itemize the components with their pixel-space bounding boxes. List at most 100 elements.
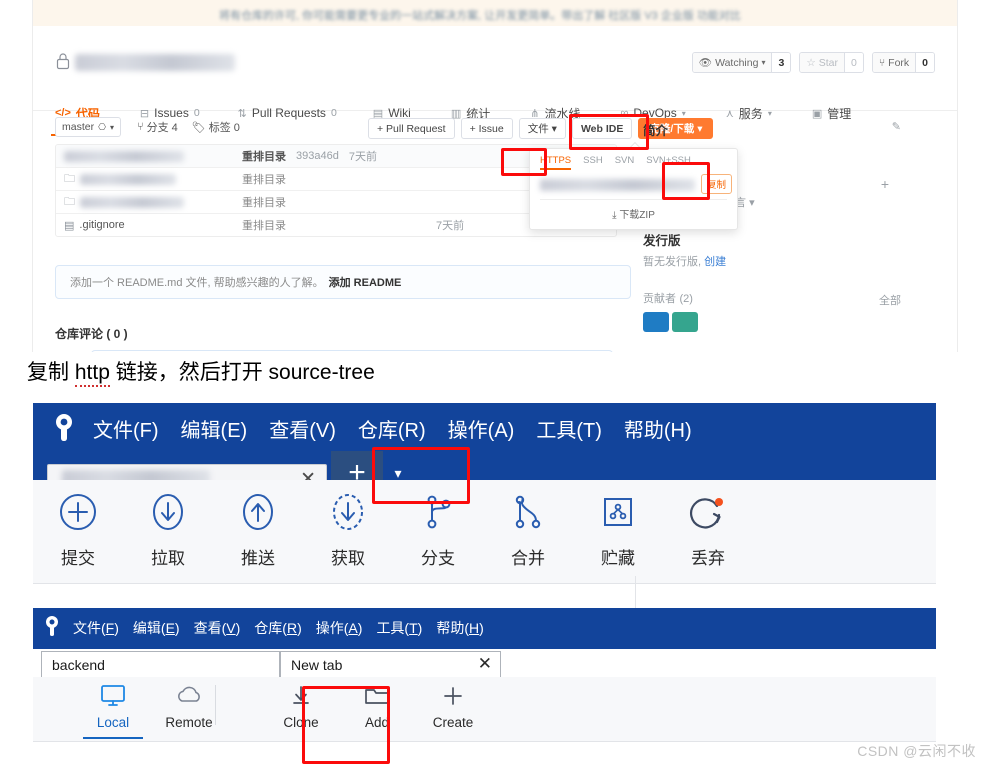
toolbar-local[interactable]: Local [75,683,151,739]
contributors-all-link[interactable]: 全部 [879,292,901,308]
menu-edit[interactable]: 编辑(E) [181,414,248,443]
commit-icon [60,494,96,530]
menu-actions[interactable]: 操作(A) [316,618,363,638]
fork-button[interactable]: ⑂ Fork 0 [871,52,935,73]
toolbar-create[interactable]: Create [415,683,491,730]
branch-fork-icon: ⑂ [136,121,144,133]
branch-count-label: 分支 4 [146,122,178,134]
toolbar-fetch[interactable]: 获取 [303,488,393,569]
menu-help[interactable]: 帮助(H) [624,414,692,443]
menu-file[interactable]: 文件(F) [73,618,119,638]
sidebar-contributors-title: 贡献者 (2) [643,293,693,305]
pull-icon [153,494,183,530]
new-tab-caret-icon[interactable]: ▾ [536,649,542,679]
new-tab-button[interactable]: + [511,651,524,679]
menu-view[interactable]: 查看(V) [194,618,241,638]
create-release-link[interactable]: 创建 [704,256,726,268]
avatar[interactable] [643,312,669,332]
row-commit-time: 7天前 [436,220,465,232]
tag-icon: 🏷 [191,121,206,134]
avatar[interactable] [672,312,698,332]
annotation-prefix: 复制 [27,361,75,384]
menu-tools[interactable]: 工具(T) [376,618,422,638]
sourcetree-b-toolbar: Local Remote Clone Add Create [33,677,936,742]
latest-commit-message: 重排目录 [242,151,286,163]
download-zip-button[interactable]: ⤓ 下载ZIP [530,206,737,221]
sourcetree-a-menubar: 文件(F) 编辑(E) 查看(V) 仓库(R) 操作(A) 工具(T) 帮助(H… [33,403,936,495]
tag-count[interactable]: 🏷 标签 0 [192,119,240,135]
add-readme-link[interactable]: 添加 README [329,274,402,290]
new-pull-request-button[interactable]: + Pull Request [368,118,455,139]
branch-count[interactable]: ⑂ 分支 4 [137,119,178,135]
chevron-down-icon: ▾ [761,58,766,67]
menu-edit[interactable]: 编辑(E) [133,618,180,638]
sourcetree-a-menu: 文件(F) 编辑(E) 查看(V) 仓库(R) 操作(A) 工具(T) 帮助(H… [93,414,692,443]
toolbar-branch[interactable]: 分支 [393,488,483,569]
menu-view[interactable]: 查看(V) [269,414,336,443]
gitee-repository-page: 将有仓库的许可, 你可能需要更专业的一站式解决方案, 让开发更简单。带出了解 社… [32,0,958,352]
repo-tab-backend[interactable]: backend [41,651,280,679]
sourcetree-logo-icon [56,414,72,441]
toolbar-fetch-label: 获取 [331,549,365,568]
tab-ssh[interactable]: SSH [583,155,603,166]
merge-icon [515,495,541,529]
plus-icon [444,687,462,705]
watching-button[interactable]: 👁 Watching ▾ 3 [691,52,792,73]
fork-count: 0 [915,53,934,72]
annotation-underlined: http [74,361,110,387]
tab-svn-ssh[interactable]: SVN+SSH [646,155,691,166]
chevron-down-icon: ▾ [109,122,114,132]
menu-tools[interactable]: 工具(T) [536,414,602,443]
file-menu-button[interactable]: 文件 ▾ [518,118,566,139]
row-commit-message: 重排目录 [242,174,286,186]
toolbar-add-label: Add [364,715,390,730]
menu-repository[interactable]: 仓库(R) [358,414,426,443]
branch-selector-label: master [62,121,95,133]
popover-divider [540,199,727,200]
toolbar-add[interactable]: Add [339,683,415,730]
repo-tab-new[interactable]: New tab ✕ [280,651,501,679]
star-count: 0 [844,53,863,72]
add-topic-icon[interactable]: + [881,176,889,192]
toolbar-commit[interactable]: 提交 [33,488,123,569]
web-ide-button[interactable]: Web IDE [571,118,633,139]
toolbar-clone-label: Clone [283,715,319,730]
sourcetree-window-b: 文件(F) 编辑(E) 查看(V) 仓库(R) 操作(A) 工具(T) 帮助(H… [33,608,936,758]
toolbar-discard[interactable]: 丢弃 [663,488,753,569]
branch-selector[interactable]: master ⎔ ▾ [55,117,121,137]
watermark: CSDN @云闲不收 [857,743,976,759]
toolbar-pull[interactable]: 拉取 [123,488,213,569]
close-icon[interactable]: ✕ [478,654,492,674]
menu-help[interactable]: 帮助(H) [436,618,483,638]
copy-url-button[interactable]: 复制 [701,174,733,194]
toolbar-merge[interactable]: 合并 [483,488,573,569]
toolbar-stash[interactable]: 贮藏 [573,488,663,569]
row-commit-message: 重排目录 [242,197,286,209]
watching-label: Watching [715,56,759,69]
toolbar-push[interactable]: 推送 [213,488,303,569]
toolbar-clone[interactable]: Clone [263,683,339,730]
clone-url-input-redacted[interactable] [540,179,695,191]
toolbar-create-label: Create [432,715,474,730]
toolbar-discard-label: 丢弃 [691,549,725,568]
sidebar-release-empty: 暂无发行版, 创建 [643,256,727,268]
fetch-icon [333,494,363,530]
latest-commit-sha: 393a46d [296,150,339,162]
tab-svn[interactable]: SVN [615,155,635,166]
download-icon: ⤓ [612,210,617,221]
edit-intro-icon[interactable]: ✎ [892,120,901,133]
sourcetree-b-tool-group: Local Remote Clone Add Create [75,683,491,739]
new-issue-button[interactable]: + Issue [460,118,513,139]
toolbar-merge-label: 合并 [511,549,545,568]
tab-https[interactable]: HTTPS [540,155,572,170]
star-button[interactable]: ☆ Star 0 [799,52,864,73]
repo-tab-backend-label: backend [52,657,105,673]
menu-file[interactable]: 文件(F) [93,414,159,443]
menu-actions[interactable]: 操作(A) [448,414,515,443]
comment-input[interactable] [91,350,613,352]
eye-icon: 👁 [698,57,713,69]
toolbar-remote[interactable]: Remote [151,683,227,730]
sourcetree-b-tabbar: backend New tab ✕ + ▾ [41,649,542,679]
menu-repository[interactable]: 仓库(R) [254,618,301,638]
stash-icon [604,498,632,526]
